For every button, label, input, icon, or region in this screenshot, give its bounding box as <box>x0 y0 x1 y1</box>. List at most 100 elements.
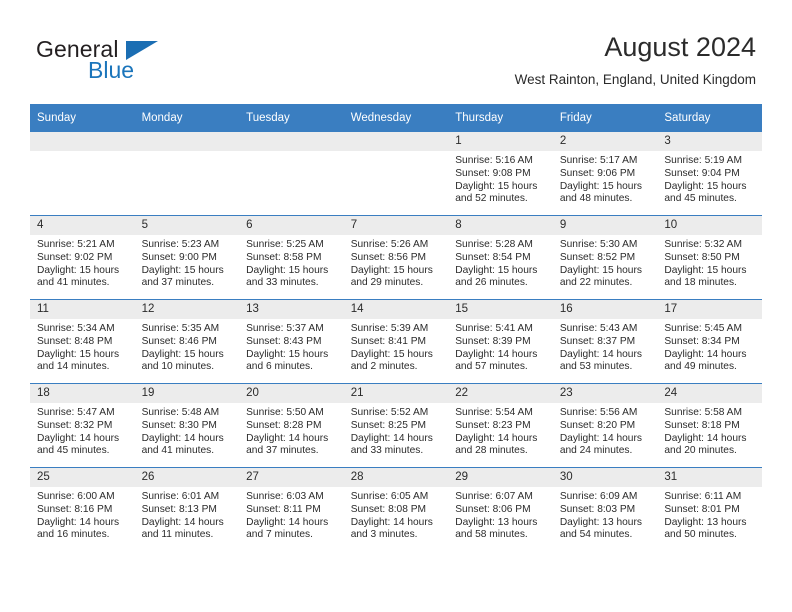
sunset-time: Sunset: 8:25 PM <box>350 419 427 431</box>
calendar-day-cell[interactable]: 29 Sunrise: 6:07 AM Sunset: 8:06 PM Dayligh… <box>448 467 553 551</box>
calendar-day-cell[interactable]: 21 Sunrise: 5:52 AM Sunset: 8:25 PM Dayligh… <box>343 383 449 468</box>
day-details: Sunrise: 5:19 AM Sunset: 9:04 PM Daylight:… <box>657 151 762 206</box>
sunset-time: Sunset: 8:23 PM <box>455 419 531 431</box>
calendar-day-cell[interactable]: 15 Sunrise: 5:41 AM Sunset: 8:39 PM Dayligh… <box>448 299 553 384</box>
calendar-day-cell[interactable]: 8 Sunrise: 5:28 AM Sunset: 8:54 PM Daylight… <box>448 215 553 300</box>
daylight-duration-line1: Daylight: 14 hours <box>350 432 433 444</box>
daylight-duration-line2: and 10 minutes. <box>141 361 215 373</box>
calendar-day-cell[interactable]: 23 Sunrise: 5:56 AM Sunset: 8:20 PM Dayligh… <box>552 383 658 468</box>
sunset-time: Sunset: 8:30 PM <box>141 419 217 431</box>
daylight-duration-line2: and 14 minutes. <box>37 361 110 373</box>
sunrise-time: Sunrise: 5:28 AM <box>455 239 533 250</box>
calendar-day-cell[interactable]: 17 Sunrise: 5:45 AM Sunset: 8:34 PM Dayligh… <box>657 299 762 384</box>
calendar-day-cell[interactable]: 14 Sunrise: 5:39 AM Sunset: 8:41 PM Dayligh… <box>343 299 449 384</box>
daylight-duration-line1: Daylight: 15 hours <box>455 180 538 192</box>
daylight-duration-line1: Daylight: 14 hours <box>559 432 642 444</box>
daylight-duration-line2: and 18 minutes. <box>664 277 737 289</box>
day-details: Sunrise: 5:56 AM Sunset: 8:20 PM Daylight:… <box>553 403 658 458</box>
calendar-day-cell[interactable]: 25 Sunrise: 6:00 AM Sunset: 8:16 PM Dayligh… <box>30 467 135 551</box>
calendar-grid: Sunday Monday Tuesday Wednesday Thursday… <box>30 104 762 551</box>
sunrise-time: Sunrise: 5:32 AM <box>664 239 742 250</box>
day-details: Sunrise: 5:47 AM Sunset: 8:32 PM Daylight:… <box>30 403 135 458</box>
day-number: 5 <box>134 216 240 235</box>
calendar-day-cell[interactable]: 11 Sunrise: 5:34 AM Sunset: 8:48 PM Dayligh… <box>30 299 135 384</box>
day-details: Sunrise: 5:52 AM Sunset: 8:25 PM Daylight:… <box>344 403 449 458</box>
day-details: Sunrise: 5:32 AM Sunset: 8:50 PM Daylight:… <box>657 235 762 290</box>
day-number: 2 <box>552 132 658 151</box>
calendar-day-cell[interactable]: 18 Sunrise: 5:47 AM Sunset: 8:32 PM Dayligh… <box>30 383 135 468</box>
calendar-day-cell[interactable]: 31 Sunrise: 6:11 AM Sunset: 8:01 PM Dayligh… <box>657 467 762 551</box>
day-details: Sunrise: 6:07 AM Sunset: 8:06 PM Daylight:… <box>448 487 553 542</box>
calendar-day-cell[interactable]: 5 Sunrise: 5:23 AM Sunset: 9:00 PM Daylight… <box>134 215 240 300</box>
calendar-week-row: 1 Sunrise: 5:16 AM Sunset: 9:08 PM Daylight… <box>30 131 762 216</box>
calendar-day-cell[interactable]: 30 Sunrise: 6:09 AM Sunset: 8:03 PM Dayligh… <box>552 467 658 551</box>
day-number: 17 <box>657 300 762 319</box>
calendar-day-cell[interactable]: 26 Sunrise: 6:01 AM Sunset: 8:13 PM Dayligh… <box>134 467 240 551</box>
day-number <box>343 132 449 151</box>
sunrise-time: Sunrise: 5:47 AM <box>37 407 115 418</box>
day-number: 24 <box>657 384 762 403</box>
daylight-duration-line1: Daylight: 13 hours <box>559 516 642 528</box>
day-details: Sunrise: 5:35 AM Sunset: 8:46 PM Daylight:… <box>135 319 240 374</box>
sunset-time: Sunset: 8:06 PM <box>455 503 531 515</box>
sunrise-time: Sunrise: 5:48 AM <box>141 407 220 418</box>
daylight-duration-line2: and 2 minutes. <box>350 361 418 373</box>
daylight-duration-line1: Daylight: 14 hours <box>141 432 224 444</box>
calendar-day-cell[interactable]: 13 Sunrise: 5:37 AM Sunset: 8:43 PM Dayligh… <box>239 299 344 384</box>
daylight-duration-line1: Daylight: 14 hours <box>664 432 747 444</box>
daylight-duration-line2: and 48 minutes. <box>559 193 633 205</box>
day-number: 1 <box>448 132 553 151</box>
calendar-day-cell[interactable]: 3 Sunrise: 5:19 AM Sunset: 9:04 PM Daylight… <box>657 131 762 216</box>
calendar-day-cell[interactable]: 19 Sunrise: 5:48 AM Sunset: 8:30 PM Dayligh… <box>134 383 240 468</box>
weekday-header-monday: Monday <box>134 104 240 132</box>
calendar-day-cell[interactable]: 22 Sunrise: 5:54 AM Sunset: 8:23 PM Dayligh… <box>448 383 553 468</box>
sunrise-time: Sunrise: 5:30 AM <box>559 239 638 250</box>
sunset-time: Sunset: 9:04 PM <box>664 167 740 179</box>
brand-logo[interactable]: General Blue <box>36 38 216 86</box>
sunset-time: Sunset: 8:11 PM <box>246 503 321 515</box>
day-details: Sunrise: 5:26 AM Sunset: 8:56 PM Daylight:… <box>344 235 449 290</box>
calendar-day-cell-empty <box>134 131 240 216</box>
title-block: August 2024 West Rainton, England, Unite… <box>515 30 756 90</box>
day-details: Sunrise: 6:09 AM Sunset: 8:03 PM Daylight:… <box>553 487 658 542</box>
calendar-day-cell[interactable]: 7 Sunrise: 5:26 AM Sunset: 8:56 PM Daylight… <box>343 215 449 300</box>
calendar-day-cell[interactable]: 2 Sunrise: 5:17 AM Sunset: 9:06 PM Daylight… <box>552 131 658 216</box>
calendar-day-cell[interactable]: 20 Sunrise: 5:50 AM Sunset: 8:28 PM Dayligh… <box>239 383 344 468</box>
daylight-duration-line1: Daylight: 13 hours <box>455 516 538 528</box>
day-number: 4 <box>30 216 135 235</box>
day-details: Sunrise: 5:50 AM Sunset: 8:28 PM Daylight:… <box>239 403 344 458</box>
sunrise-time: Sunrise: 5:56 AM <box>559 407 638 418</box>
calendar-day-cell[interactable]: 12 Sunrise: 5:35 AM Sunset: 8:46 PM Dayligh… <box>134 299 240 384</box>
calendar-day-cell[interactable]: 1 Sunrise: 5:16 AM Sunset: 9:08 PM Daylight… <box>448 131 553 216</box>
day-details: Sunrise: 5:17 AM Sunset: 9:06 PM Daylight:… <box>553 151 658 206</box>
day-number: 18 <box>30 384 135 403</box>
calendar-day-cell[interactable]: 24 Sunrise: 5:58 AM Sunset: 8:18 PM Dayligh… <box>657 383 762 468</box>
calendar-day-cell[interactable]: 9 Sunrise: 5:30 AM Sunset: 8:52 PM Daylight… <box>552 215 658 300</box>
calendar-day-cell[interactable]: 16 Sunrise: 5:43 AM Sunset: 8:37 PM Dayligh… <box>552 299 658 384</box>
calendar-day-cell[interactable]: 6 Sunrise: 5:25 AM Sunset: 8:58 PM Daylight… <box>239 215 344 300</box>
sunrise-time: Sunrise: 5:41 AM <box>455 323 533 334</box>
day-details: Sunrise: 5:21 AM Sunset: 9:02 PM Daylight:… <box>30 235 135 290</box>
daylight-duration-line1: Daylight: 15 hours <box>559 180 642 192</box>
calendar-day-cell[interactable]: 28 Sunrise: 6:05 AM Sunset: 8:08 PM Dayligh… <box>343 467 449 551</box>
daylight-duration-line2: and 28 minutes. <box>455 445 528 457</box>
day-number: 30 <box>552 468 658 487</box>
day-number <box>134 132 240 151</box>
sunset-time: Sunset: 9:08 PM <box>455 167 531 179</box>
calendar-day-cell[interactable]: 10 Sunrise: 5:32 AM Sunset: 8:50 PM Dayligh… <box>657 215 762 300</box>
daylight-duration-line2: and 58 minutes. <box>455 529 528 541</box>
sunset-time: Sunset: 8:32 PM <box>37 419 113 431</box>
daylight-duration-line1: Daylight: 15 hours <box>559 264 642 276</box>
calendar-day-cell[interactable]: 27 Sunrise: 6:03 AM Sunset: 8:11 PM Dayligh… <box>239 467 344 551</box>
daylight-duration-line1: Daylight: 14 hours <box>37 432 120 444</box>
daylight-duration-line2: and 20 minutes. <box>664 445 737 457</box>
sunset-time: Sunset: 8:48 PM <box>37 335 113 347</box>
sunrise-time: Sunrise: 5:16 AM <box>455 155 533 166</box>
day-details: Sunrise: 5:34 AM Sunset: 8:48 PM Daylight:… <box>30 319 135 374</box>
daylight-duration-line1: Daylight: 14 hours <box>664 348 747 360</box>
calendar-day-cell[interactable]: 4 Sunrise: 5:21 AM Sunset: 9:02 PM Daylight… <box>30 215 135 300</box>
sunset-time: Sunset: 9:06 PM <box>559 167 636 179</box>
weekday-header-sunday: Sunday <box>30 104 135 132</box>
calendar-body: 1 Sunrise: 5:16 AM Sunset: 9:08 PM Daylight… <box>30 131 762 551</box>
daylight-duration-line1: Daylight: 15 hours <box>350 264 433 276</box>
